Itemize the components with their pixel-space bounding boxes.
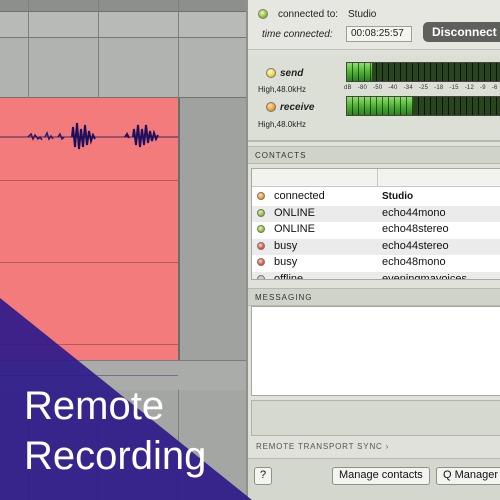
title-line-1: Remote (24, 384, 165, 428)
chevron-right-icon: › (385, 442, 390, 451)
contact-name: echo48stereo (382, 223, 449, 235)
scale-tick-label: -40 (388, 85, 398, 91)
scale-tick-label: -80 (357, 85, 368, 91)
status-led-icon (257, 241, 265, 250)
contact-row[interactable]: busy echo48mono (252, 255, 500, 271)
waveform (0, 122, 178, 150)
connected-to-value: Studio (348, 9, 377, 20)
contact-row[interactable]: ONLINE echo44mono (252, 205, 500, 222)
send-led-icon (266, 68, 276, 78)
sync-label: REMOTE TRANSPORT SYNC (256, 442, 383, 451)
contact-name: echo48mono (382, 256, 446, 268)
contact-status: busy (274, 239, 298, 252)
status-led-icon (257, 192, 265, 200)
status-led-icon (257, 225, 265, 233)
track-lane-top (0, 12, 248, 38)
remote-transport-sync[interactable]: REMOTE TRANSPORT SYNC › (248, 442, 500, 456)
contact-name: echo44stereo (382, 239, 449, 252)
contact-row[interactable]: busy echo44stereo (252, 238, 500, 255)
contacts-list[interactable]: connected Studio ONLINE echo44mono ONLINE ech… (251, 168, 500, 280)
contacts-header: CONTACTS (248, 146, 500, 164)
contact-status: connected (274, 190, 325, 202)
automation-line (0, 375, 178, 376)
scale-tick-label: -15 (449, 85, 459, 91)
receive-label: receive (280, 102, 315, 113)
status-led-icon (257, 258, 265, 266)
timeline-ruler[interactable] (0, 0, 248, 12)
scale-tick-label: -9 (480, 85, 486, 91)
status-led-icon (257, 208, 265, 217)
messaging-header: MESSAGING (248, 288, 500, 306)
contact-name: eveningmayoices (382, 272, 467, 280)
status-led-icon (257, 274, 265, 279)
empty-lane (178, 98, 248, 360)
contact-name: echo44mono (382, 206, 446, 219)
region-divider (0, 262, 178, 263)
contact-row[interactable]: connected Studio (252, 189, 500, 205)
contact-status: busy (274, 256, 298, 268)
meter-scale: dB -80 -50 -40 -34 -25 -18 -15 -12 -9 -6 (344, 85, 500, 91)
time-connected-value: 00:08:25:57 (346, 26, 412, 42)
level-meters: send High,48.0kHz receive High,48.0kHz (248, 54, 500, 142)
connection-status: connected to: Studio time connected: 00:… (248, 0, 500, 50)
scale-tick-label: dB (344, 85, 352, 91)
contact-status: ONLINE (274, 223, 315, 235)
q-manager-button[interactable]: Q Manager (436, 467, 500, 485)
scale-tick-label: -25 (418, 85, 429, 91)
scale-tick-label: -34 (403, 85, 413, 91)
send-quality: High,48.0kHz (258, 85, 307, 94)
track-lane-empty (0, 38, 248, 98)
connected-label: connected to: (278, 9, 339, 20)
contact-status: ONLINE (274, 206, 315, 219)
contact-row[interactable]: ONLINE echo48stereo (252, 222, 500, 238)
manage-contacts-button[interactable]: Manage contacts (332, 467, 430, 485)
disconnect-button[interactable]: Disconnect (423, 22, 500, 42)
receive-meter (346, 96, 500, 116)
message-history[interactable] (251, 306, 500, 396)
help-button[interactable]: ? (254, 467, 273, 485)
contact-name: Studio (382, 191, 414, 202)
connection-led-icon (258, 9, 268, 19)
contact-status: offline (274, 272, 304, 280)
send-label: send (280, 68, 304, 79)
message-input[interactable] (251, 400, 500, 436)
bottom-bar: ? Manage contacts Q Manager (248, 458, 500, 500)
remote-session-panel: connected to: Studio time connected: 00:… (246, 0, 500, 500)
receive-led-icon (266, 102, 276, 112)
region-divider (0, 180, 178, 181)
receive-quality: High,48.0kHz (258, 120, 307, 129)
contacts-column-header (252, 169, 500, 187)
contact-row[interactable]: offline eveningmayoices (252, 271, 500, 280)
audio-region[interactable] (0, 98, 178, 360)
time-connected-label: time connected: (262, 29, 333, 40)
title-line-2: Recording (24, 434, 207, 478)
scale-tick-label: -50 (373, 85, 383, 91)
scale-tick-label: -12 (464, 85, 474, 91)
send-meter (346, 62, 500, 82)
scale-tick-label: -6 (491, 85, 498, 91)
region-divider (0, 344, 178, 345)
scale-tick-label: -18 (434, 85, 444, 91)
